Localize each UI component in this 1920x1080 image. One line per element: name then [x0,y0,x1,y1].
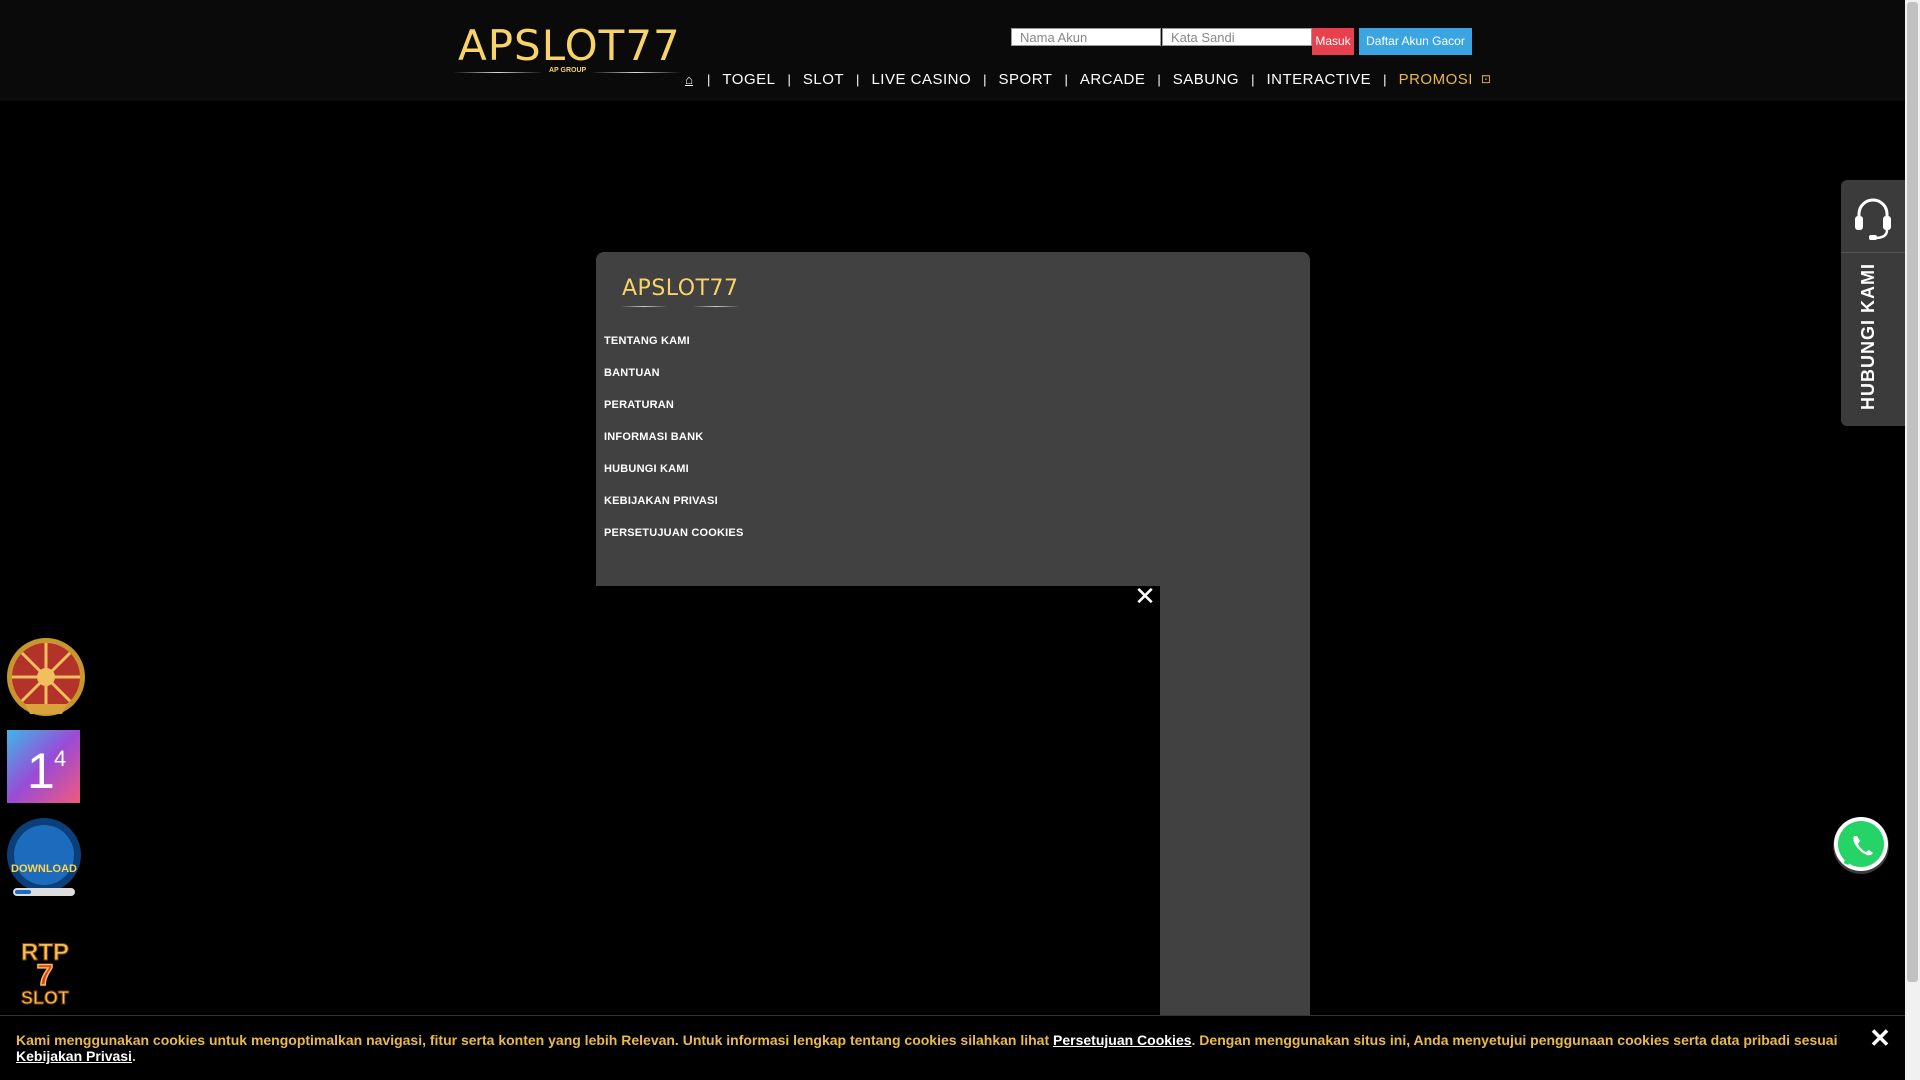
nav-item-interactive[interactable]: INTERACTIVE [1266,71,1371,88]
footer-link-persetujuan-cookies[interactable]: PERSETUJUAN COOKIES [604,526,744,558]
download-app-icon[interactable]: DOWNLOAD [5,816,83,903]
svg-text:DOWNLOAD: DOWNLOAD [11,863,77,875]
nav-separator: | [983,71,987,87]
nav-item-arcade[interactable]: ARCADE [1080,71,1146,88]
footer-link-peraturan[interactable]: PERATURAN [604,398,744,430]
nav-separator: | [707,71,711,87]
footer-link-bantuan[interactable]: BANTUAN [604,366,744,398]
privacy-policy-link[interactable]: Kebijakan Privasi [16,1048,132,1064]
cookie-text: . Dengan menggunakan situs ini, Anda men… [1191,1032,1838,1048]
1-4-icon[interactable]: 1 4 [7,730,80,808]
panel-logo-line-right [692,306,740,307]
panel-logo: APSLOT77 [620,276,740,310]
site-logo[interactable]: APSLOT77 AP GROUP [453,22,681,78]
cookie-consent-bar: Kami menggunakan cookies untuk mengoptim… [0,1015,1905,1080]
footer-link-informasi-bank[interactable]: INFORMASI BANK [604,430,744,462]
register-button[interactable]: Daftar Akun Gacor [1359,28,1472,55]
username-input[interactable] [1011,28,1161,46]
nav-separator: | [1251,71,1255,87]
nav-item-sport[interactable]: SPORT [999,71,1053,88]
cookie-text: Kami menggunakan cookies untuk mengoptim… [16,1032,1054,1048]
footer-link-hubungi-kami[interactable]: HUBUNGI KAMI [604,462,744,494]
nav-separator: | [1064,71,1068,87]
nav-separator: | [1383,71,1387,87]
cookie-text: . [131,1048,136,1064]
panel-logo-line-left [620,306,668,307]
footer-link-kebijakan-privasi[interactable]: KEBIJAKAN PRIVASI [604,494,744,526]
nav-item-sabung[interactable]: SABUNG [1173,71,1239,88]
rtp-slot-icon[interactable]: RTP 7 SLOT [12,930,78,1011]
svg-text:SLOT: SLOT [21,988,69,1006]
scrollbar[interactable] [1905,0,1920,1080]
panel-logo-wordmark: APSLOT77 [622,276,739,301]
nav-item-togel[interactable]: TOGEL [722,71,775,88]
nav-item-slot[interactable]: SLOT [803,71,844,88]
support-label: HUBUNGI KAMI [1858,263,1878,410]
nav-separator: | [1157,71,1161,87]
nav-separator: | [856,71,860,87]
support-widget[interactable]: HUBUNGI KAMI [1841,180,1905,426]
footer-menu: TENTANG KAMI BANTUAN PERATURAN INFORMASI… [604,334,744,558]
password-input[interactable] [1162,28,1312,46]
footer-link-tentang-kami[interactable]: TENTANG KAMI [604,334,744,366]
close-icon[interactable]: ✕ [1134,583,1156,609]
whatsapp-icon[interactable] [1830,816,1892,878]
logo-subtitle: AP GROUP [549,67,587,74]
cookie-message: Kami menggunakan cookies untuk mengoptim… [16,1032,1846,1064]
svg-text:1: 1 [27,743,55,799]
home-icon[interactable]: ⌂ [683,72,695,87]
logo-line-right [591,72,681,73]
svg-text:4: 4 [54,746,66,771]
nav-item-live-casino[interactable]: LIVE CASINO [871,71,971,88]
close-icon[interactable]: ✕ [1868,1025,1892,1051]
scrollbar-thumb[interactable] [1907,2,1918,982]
headset-icon[interactable] [1841,180,1905,253]
nav-item-promosi[interactable]: PROMOSI [1399,71,1473,88]
nav-separator: | [787,71,791,87]
login-button[interactable]: Masuk [1312,28,1354,55]
cookie-consent-link[interactable]: Persetujuan Cookies [1053,1032,1192,1048]
main-nav: ⌂ | TOGEL | SLOT | LIVE CASINO | SPORT |… [680,69,1491,89]
site-header: APSLOT77 AP GROUP Masuk Daftar Akun Gaco… [0,0,1905,101]
spin-wheel-icon[interactable] [5,636,87,723]
logo-wordmark: APSLOT77 [458,21,681,70]
gift-icon[interactable]: ⊡ [1481,72,1491,86]
video-popup[interactable] [596,586,1160,1080]
logo-line-left [453,72,543,73]
